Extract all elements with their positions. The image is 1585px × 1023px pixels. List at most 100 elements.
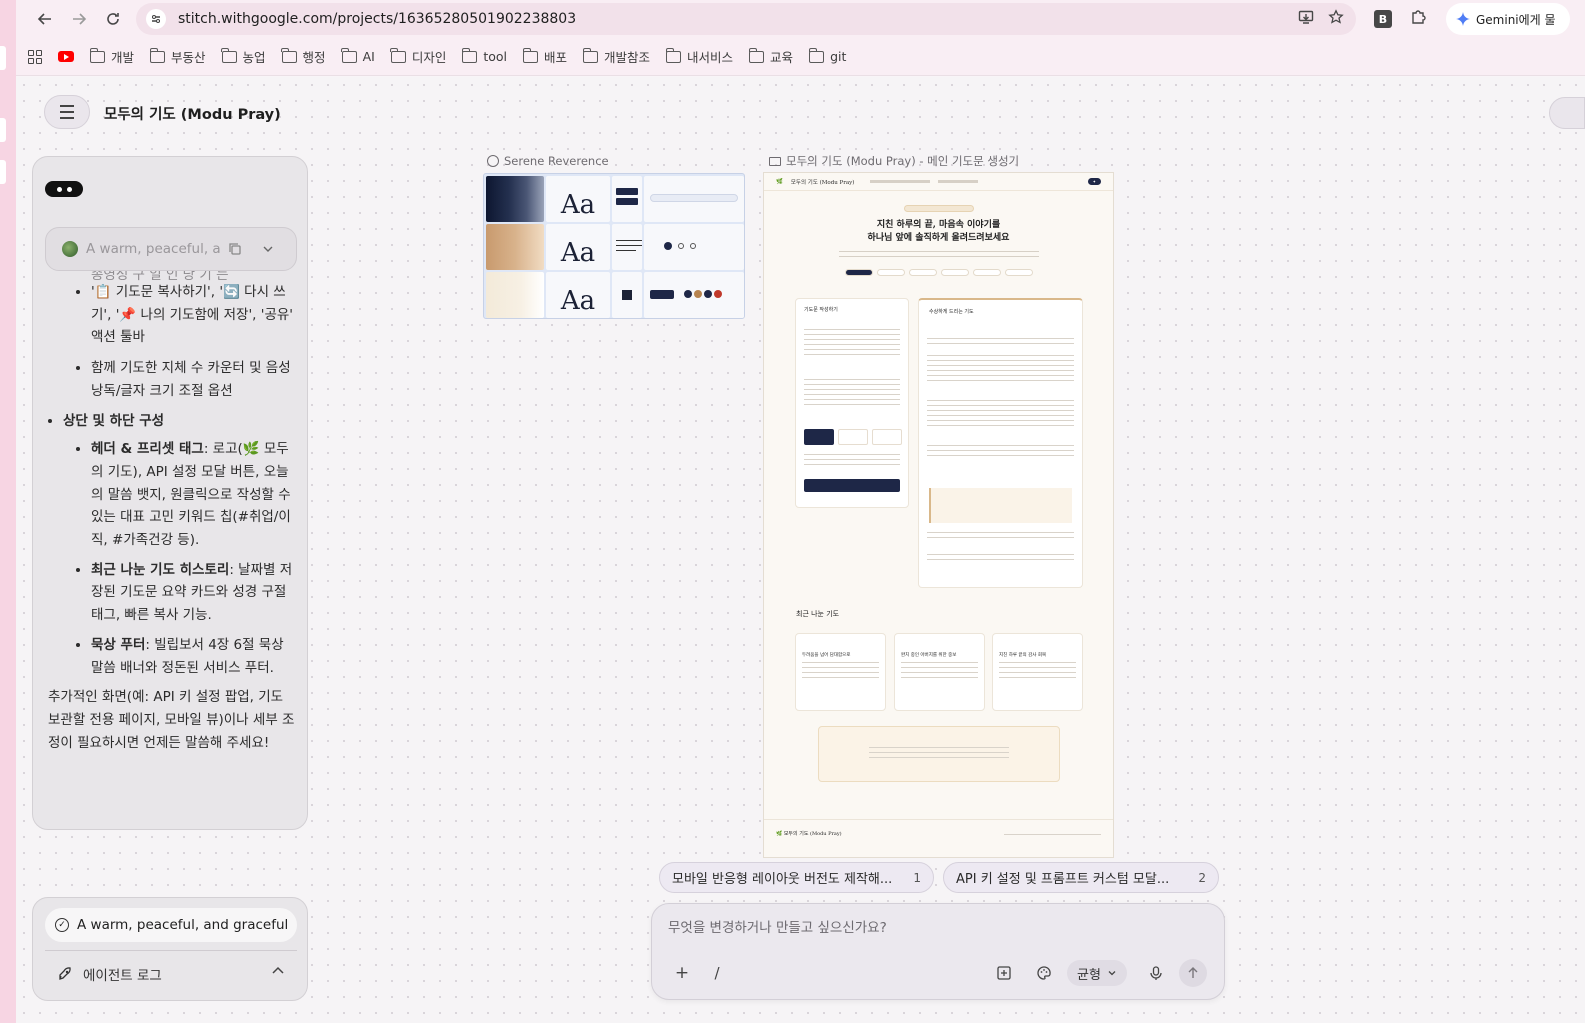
list-item: 묵상 푸터: 빌립보서 4장 6절 묵상 말씀 배너와 정돈된 서비스 푸터. — [91, 634, 299, 679]
agent-task-text: A warm, peaceful, and graceful — [77, 917, 289, 933]
preview-history-title: 최근 나눈 기도 — [796, 610, 840, 618]
preview-keyword-chips — [764, 269, 1113, 276]
preview-hero: 지친 하루의 끝, 마음속 이야기를 하나님 앞에 솔직하게 올려드려보세요 — [867, 220, 1010, 243]
bookmark-folder[interactable]: tool — [461, 47, 507, 64]
theme-chip[interactable]: A warm, peaceful, a... — [45, 227, 297, 271]
icon-tile — [612, 272, 642, 318]
apps-grid-icon[interactable] — [28, 49, 42, 64]
screen-preview[interactable]: 🌿 모두의 기도 (Modu Pray) ✦ 지친 하루의 끝, 마음속 이야기를… — [763, 172, 1114, 858]
preview-compose-card: 기도문 작성하기 — [795, 298, 909, 508]
voice-input-icon[interactable] — [1146, 960, 1166, 986]
divider — [45, 950, 297, 951]
add-icon[interactable]: + — [672, 960, 692, 986]
palette-icon[interactable] — [1034, 960, 1054, 986]
suggestion-chip[interactable]: 모바일 반응형 레이아웃 버전도 제작해... 1 — [659, 862, 934, 893]
bookmark-folder[interactable]: 내서비스 — [665, 47, 733, 66]
folder-icon — [149, 47, 166, 63]
bookmark-folder[interactable]: 부동산 — [149, 47, 206, 66]
preview-history-card: 두려움을 넘어 담대함으로 — [795, 633, 886, 711]
slash-command-button[interactable]: / — [710, 960, 724, 986]
url-text[interactable]: stitch.withgoogle.com/projects/163652805… — [178, 11, 1298, 27]
back-button[interactable] — [28, 2, 62, 36]
forward-button[interactable] — [62, 2, 96, 36]
color-swatch — [486, 224, 544, 270]
right-panel-toggle[interactable] — [1549, 97, 1585, 129]
mode-selector[interactable]: 균형 — [1067, 960, 1127, 986]
folder-icon — [390, 47, 406, 63]
preview-scripture-banner — [818, 726, 1060, 782]
chat-panel: A warm, peaceful, a... 종영성 구 일 인 당 기 는 '… — [32, 156, 308, 830]
suggestion-chip[interactable]: API 키 설정 및 프롬프트 커스텀 모달... 2 — [943, 862, 1219, 893]
monitor-icon — [769, 156, 781, 166]
bookmark-folder[interactable]: AI — [341, 47, 375, 64]
add-screen-icon[interactable] — [994, 960, 1014, 986]
design-system-label[interactable]: Serene Reverence — [487, 154, 609, 168]
avatar-sample-tile — [644, 272, 744, 318]
feature-list: '📋 기도문 복사하기', '🔄 다시 쓰기', '📌 나의 기도함에 저장',… — [49, 281, 299, 403]
folder-icon — [582, 47, 599, 63]
chevron-down-icon[interactable] — [262, 243, 274, 255]
bookmark-folder[interactable]: 개발 — [89, 47, 134, 66]
os-taskbar-strip — [0, 0, 16, 1023]
menu-button[interactable] — [44, 95, 90, 129]
folder-icon — [522, 47, 538, 63]
preview-history-card: 완치 중인 아버지를 위한 중보 — [894, 633, 985, 711]
gemini-button[interactable]: Gemini에게 물 — [1446, 3, 1570, 35]
bookmark-star-icon[interactable] — [1328, 9, 1344, 29]
address-bar[interactable]: stitch.withgoogle.com/projects/163652805… — [136, 3, 1356, 35]
folder-icon — [341, 47, 357, 63]
prompt-composer[interactable]: 무엇을 변경하거나 만들고 싶으신가요? + / 균형 — [651, 903, 1225, 1000]
list-item: '📋 기도문 복사하기', '🔄 다시 쓰기', '📌 나의 기도함에 저장',… — [91, 281, 299, 349]
bookmark-folder[interactable]: 디자인 — [390, 47, 446, 66]
extension-b-icon[interactable]: B — [1374, 10, 1392, 28]
folder-icon — [89, 47, 105, 63]
bookmark-folder[interactable]: 개발참조 — [582, 47, 650, 66]
design-system-board[interactable]: Aa Aa Aa — [483, 173, 745, 319]
list-item: 최근 나눈 기도 히스토리: 날짜별 저장된 기도문 요약 카드와 성경 구절 … — [91, 559, 299, 627]
extensions-puzzle-icon[interactable] — [1410, 8, 1428, 30]
bookmark-folder[interactable]: 배포 — [522, 47, 567, 66]
folder-icon — [461, 47, 478, 63]
chat-message: 종영성 구 일 인 당 기 는 '📋 기도문 복사하기', '🔄 다시 쓰기',… — [48, 269, 299, 754]
browser-toolbar: stitch.withgoogle.com/projects/163652805… — [16, 0, 1585, 38]
color-swatch — [486, 176, 544, 222]
chevron-down-icon — [1108, 971, 1116, 976]
copy-icon[interactable] — [228, 242, 242, 256]
section-list: 상단 및 하단 구성 헤더 & 프리셋 태그: 로고(🌿 모두의 기도), AP… — [49, 410, 299, 680]
rocket-icon — [59, 967, 71, 980]
more-options-icon[interactable] — [45, 181, 83, 197]
preview-footer: 🌿 모두의 기도 (Modu Pray) — [764, 819, 1113, 857]
reload-button[interactable] — [96, 2, 130, 36]
sub-list: 헤더 & 프리셋 태그: 로고(🌿 모두의 기도), API 설정 모달 버튼,… — [63, 438, 299, 679]
folder-icon — [748, 47, 765, 63]
agent-task-chip[interactable]: ✓ A warm, peaceful, and graceful — [45, 908, 297, 942]
taskbar-indicator — [0, 46, 6, 70]
theme-chip-text: A warm, peaceful, a... — [86, 241, 220, 257]
prompt-input[interactable]: 무엇을 변경하거나 만들고 싶으신가요? — [668, 916, 887, 936]
screen-label[interactable]: 모두의 기도 (Modu Pray) - 메인 기도문 생성기 — [769, 153, 1019, 169]
bookmark-folder[interactable]: git — [808, 47, 846, 64]
bookmark-folder[interactable]: 교육 — [748, 47, 793, 66]
typography-tile: Aa — [546, 224, 610, 270]
bookmark-folder[interactable]: 농업 — [221, 47, 266, 66]
stitch-canvas[interactable]: 모두의 기도 (Modu Pray) A warm, peaceful, a..… — [16, 77, 1585, 1023]
agent-panel: ✓ A warm, peaceful, and graceful 에이전트 로그 — [32, 897, 308, 1001]
gemini-label: Gemini에게 물 — [1476, 12, 1556, 27]
bookmarks-bar: 개발 부동산 농업 행정 AI 디자인 tool 배포 개발참조 내서비스 교육… — [16, 38, 1585, 76]
chevron-up-icon[interactable] — [271, 964, 285, 978]
check-circle-icon: ✓ — [55, 918, 69, 932]
typography-tile: Aa — [546, 272, 610, 318]
bookmark-folder[interactable]: 행정 — [281, 47, 326, 66]
list-item: 함께 기도한 지체 수 카운터 및 음성 낭독/글자 크기 조절 옵션 — [91, 357, 299, 402]
agent-log-toggle[interactable]: 에이전트 로그 — [57, 964, 162, 984]
preview-cta: ✦ — [1087, 178, 1101, 185]
browser-window: stitch.withgoogle.com/projects/163652805… — [16, 0, 1585, 1023]
send-button[interactable] — [1179, 959, 1207, 987]
icon-sample-tile — [644, 224, 744, 270]
folder-icon — [665, 47, 682, 63]
install-app-icon[interactable] — [1298, 9, 1314, 29]
youtube-icon[interactable] — [58, 51, 74, 62]
site-settings-icon[interactable] — [146, 9, 166, 29]
search-sample-tile — [644, 176, 744, 222]
taskbar-indicator — [0, 160, 6, 184]
